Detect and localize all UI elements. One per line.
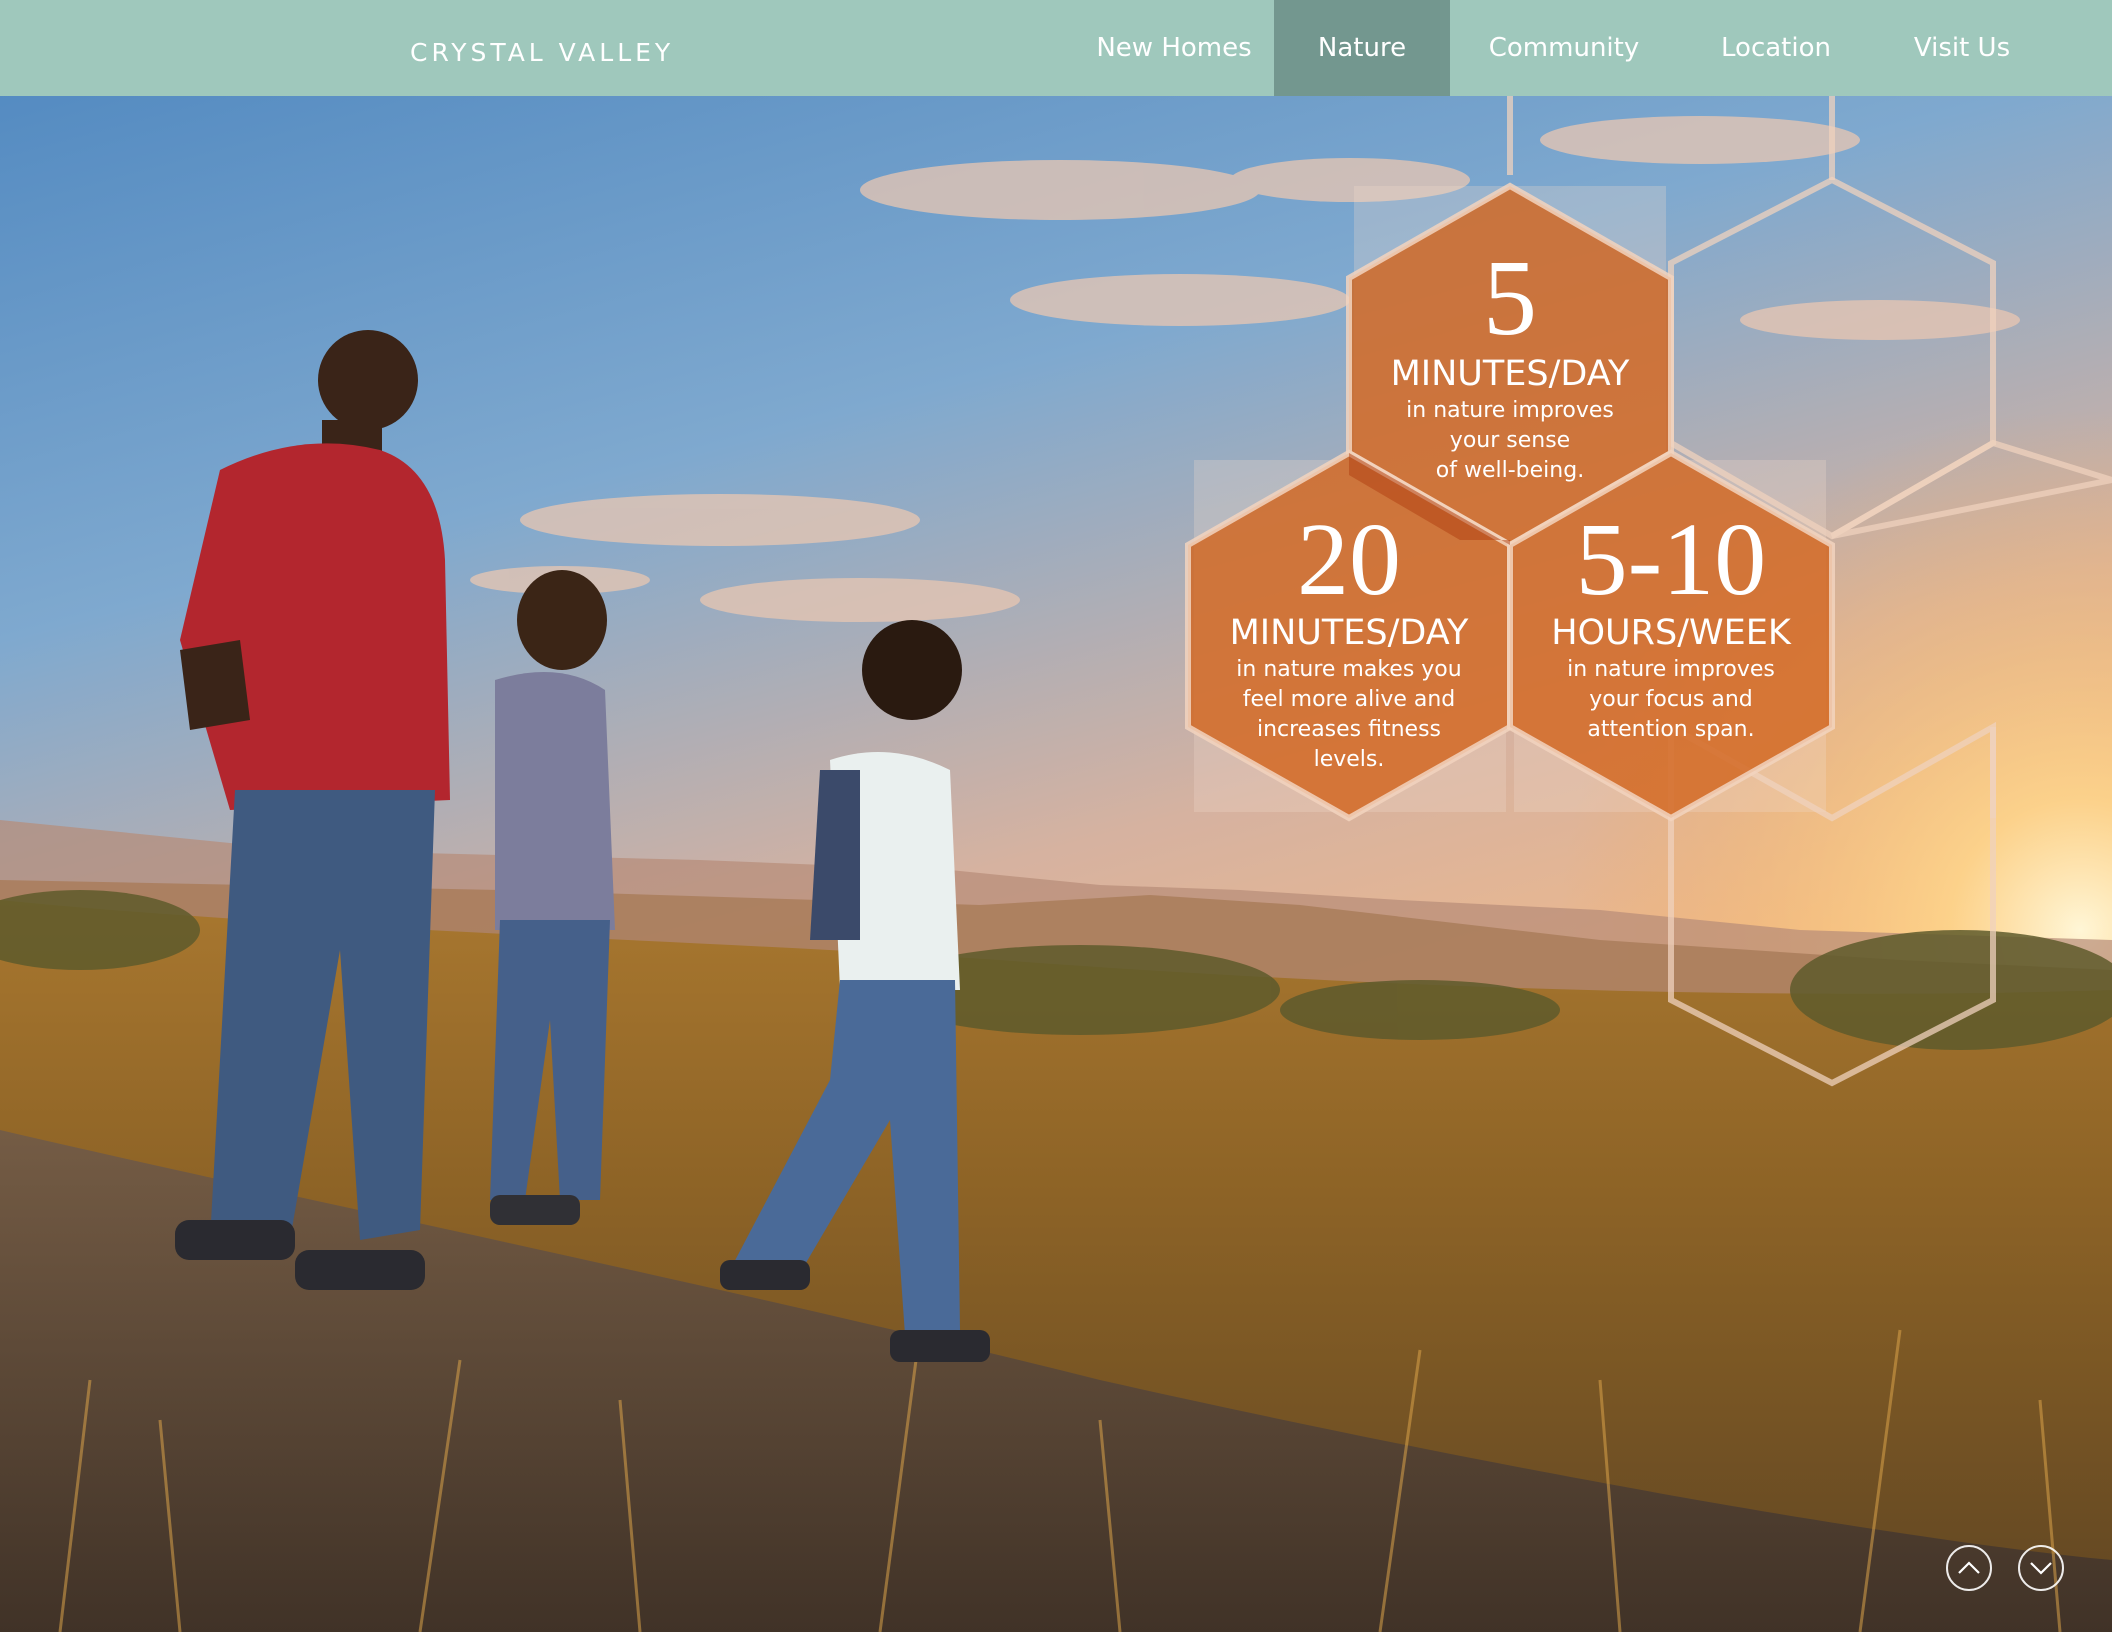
brand-logo-text[interactable]: CRYSTAL VALLEY: [410, 38, 674, 67]
nav-nature[interactable]: Nature: [1274, 0, 1450, 96]
stat-unit: MINUTES/DAY: [1229, 613, 1469, 653]
stat-number: 20: [1297, 502, 1401, 617]
scroll-up-button[interactable]: [1946, 1545, 1992, 1591]
stat-card-1: 5 MINUTES/DAY in nature improves your se…: [1349, 245, 1671, 486]
main-nav: New Homes Nature Community Location Visi…: [1074, 0, 2050, 96]
nav-new-homes[interactable]: New Homes: [1074, 0, 1274, 96]
nav-visit-us[interactable]: Visit Us: [1874, 0, 2050, 96]
stat-number: 5-10: [1575, 502, 1767, 617]
stat-unit: MINUTES/DAY: [1390, 354, 1630, 394]
chevron-up-icon: [1958, 1561, 1980, 1574]
top-navigation-bar: CRYSTAL VALLEY New Homes Nature Communit…: [0, 0, 2112, 96]
stat-description: in nature makes you feel more alive and …: [1236, 657, 1462, 772]
scroll-down-button[interactable]: [2018, 1545, 2064, 1591]
stat-description: in nature improves your focus and attent…: [1567, 657, 1775, 742]
stat-unit: HOURS/WEEK: [1551, 613, 1791, 653]
hero-background-photo: [0, 0, 2112, 1632]
chevron-down-icon: [2030, 1562, 2052, 1575]
nav-community[interactable]: Community: [1450, 0, 1678, 96]
stat-card-3: 5-10 HOURS/WEEK in nature improves your …: [1510, 508, 1832, 745]
nav-location[interactable]: Location: [1678, 0, 1874, 96]
stat-number: 5: [1483, 239, 1537, 358]
stat-description: in nature improves your sense of well-be…: [1406, 398, 1614, 483]
stat-card-2: 20 MINUTES/DAY in nature makes you feel …: [1188, 508, 1510, 775]
